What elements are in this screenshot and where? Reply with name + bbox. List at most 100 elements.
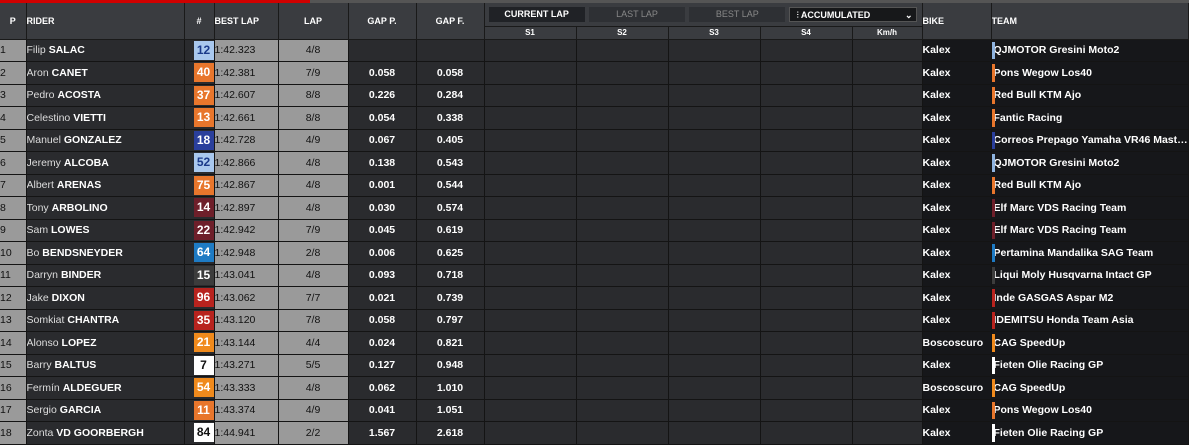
position-cell: 11: [0, 264, 27, 287]
table-row[interactable]: 13 Somkiat CHANTRA 35 1:43.120 7/8 0.058 0.797…: [0, 309, 1189, 332]
sector-3-cell: [668, 241, 761, 265]
team-name: Fieten Olie Racing GP: [993, 359, 1104, 372]
sector-1-cell: [484, 129, 577, 152]
speed-cell: [852, 84, 923, 107]
team-color-stripe: [991, 154, 995, 172]
gap-first-cell: 1.010: [416, 376, 485, 400]
tab-current-lap[interactable]: CURRENT LAP: [488, 6, 585, 22]
col-header-number[interactable]: #: [184, 3, 215, 40]
table-row[interactable]: 1 Filip SALAC 12 1:42.323 4/8 Kalex QJMOTOR Gr…: [0, 39, 1189, 62]
rider-last-name: ARENAS: [56, 179, 102, 192]
sector-2-cell: [576, 331, 669, 355]
team-name: Pertamina Mandalika SAG Team: [993, 246, 1154, 259]
gap-first-cell: 2.618: [416, 421, 485, 445]
best-lap-cell: 1:42.661: [214, 106, 279, 130]
position-cell: 17: [0, 399, 27, 422]
table-row[interactable]: 18 Zonta VD GOORBERGH 84 1:44.941 2/2 1.567 2.…: [0, 421, 1189, 445]
team-cell: QJMOTOR Gresini Moto2: [991, 39, 1189, 62]
team-color-stripe: [991, 41, 995, 59]
col-header-s1: S1: [484, 26, 577, 40]
accumulated-dropdown[interactable]: ⫶ ACCUMULATED ⌄: [789, 6, 918, 22]
table-row[interactable]: 6 Jeremy ALCOBA 52 1:42.866 4/8 0.138 0.543 Kal…: [0, 151, 1189, 175]
team-name: IDEMITSU Honda Team Asia: [993, 314, 1134, 327]
sector-2-cell: [576, 399, 669, 422]
sector-4-cell: [760, 354, 853, 377]
bike-cell: Boscoscuro: [922, 331, 992, 355]
lap-cell: 4/8: [278, 39, 349, 62]
tab-best-lap[interactable]: BEST LAP: [689, 6, 786, 22]
gap-previous-cell: 0.030: [348, 196, 417, 220]
number-cell: 7: [184, 354, 215, 377]
col-header-best-lap[interactable]: BEST LAP: [214, 3, 279, 40]
table-row[interactable]: 5 Manuel GONZALEZ 18 1:42.728 4/9 0.067 0.405 K…: [0, 129, 1189, 152]
speed-cell: [852, 106, 923, 130]
sector-4-cell: [760, 376, 853, 400]
table-row[interactable]: 7 Albert ARENAS 75 1:42.867 4/8 0.001 0.544 Kal…: [0, 174, 1189, 197]
number-cell: 64: [184, 241, 215, 265]
bike-cell: Kalex: [922, 219, 992, 242]
team-cell: Red Bull KTM Ajo: [991, 174, 1189, 197]
team-color-stripe: [991, 176, 995, 194]
rider-number-badge: 84: [193, 423, 213, 443]
position-cell: 8: [0, 196, 27, 220]
table-row[interactable]: 10 Bo BENDSNEYDER 64 1:42.948 2/8 0.006 0.625 K…: [0, 241, 1189, 265]
position-cell: 2: [0, 61, 27, 85]
col-header-bike[interactable]: BIKE: [922, 3, 992, 40]
bike-cell: Kalex: [922, 421, 992, 445]
bike-cell: Kalex: [922, 286, 992, 310]
rider-last-name: ARBOLINO: [51, 201, 108, 214]
table-row[interactable]: 4 Celestino VIETTI 13 1:42.661 8/8 0.054 0.338…: [0, 106, 1189, 130]
gap-first-cell: 0.619: [416, 219, 485, 242]
gap-previous-cell: 0.226: [348, 84, 417, 107]
gap-first-cell: 0.948: [416, 354, 485, 377]
sector-2-cell: [576, 151, 669, 175]
rider-last-name: ALCOBA: [63, 156, 109, 169]
table-row[interactable]: 8 Tony ARBOLINO 14 1:42.897 4/8 0.030 0.574 Kal…: [0, 196, 1189, 220]
table-row[interactable]: 16 Fermín ALDEGUER 54 1:43.333 4/8 0.062 1.010…: [0, 376, 1189, 400]
bike-cell: Kalex: [922, 354, 992, 377]
table-row[interactable]: 3 Pedro ACOSTA 37 1:42.607 8/8 0.226 0.284 Kale…: [0, 84, 1189, 107]
sector-4-cell: [760, 399, 853, 422]
sector-3-cell: [668, 61, 761, 85]
speed-cell: [852, 286, 923, 310]
sector-4-cell: [760, 106, 853, 130]
col-header-gap-f[interactable]: GAP F.: [416, 3, 485, 40]
rider-cell: Jeremy ALCOBA: [26, 151, 185, 175]
table-row[interactable]: 2 Aron CANET 40 1:42.381 7/9 0.058 0.058 Kalex P…: [0, 61, 1189, 85]
number-cell: 84: [184, 421, 215, 445]
sector-1-cell: [484, 106, 577, 130]
number-cell: 35: [184, 309, 215, 332]
number-cell: 22: [184, 219, 215, 242]
team-cell: Pons Wegow Los40: [991, 399, 1189, 422]
col-header-pos[interactable]: P: [0, 3, 27, 40]
best-lap-cell: 1:42.897: [214, 196, 279, 220]
col-header-lap[interactable]: LAP: [278, 3, 349, 40]
tab-last-lap[interactable]: LAST LAP: [588, 6, 686, 22]
bike-cell: Kalex: [922, 84, 992, 107]
col-header-rider[interactable]: RIDER: [26, 3, 185, 40]
best-lap-cell: 1:42.942: [214, 219, 279, 242]
col-header-team[interactable]: TEAM: [991, 3, 1189, 40]
sector-2-cell: [576, 196, 669, 220]
rider-cell: Sergio GARCIA: [26, 399, 185, 422]
table-row[interactable]: 9 Sam LOWES 22 1:42.942 7/9 0.045 0.619 Kalex El…: [0, 219, 1189, 242]
table-row[interactable]: 12 Jake DIXON 96 1:43.062 7/7 0.021 0.739 Kalex…: [0, 286, 1189, 310]
sector-3-cell: [668, 84, 761, 107]
speed-cell: [852, 174, 923, 197]
position-cell: 15: [0, 354, 27, 377]
rider-first-name: Sergio: [26, 404, 57, 417]
table-row[interactable]: 17 Sergio GARCIA 11 1:43.374 4/9 0.041 1.051 Ka…: [0, 399, 1189, 422]
col-header-gap-p[interactable]: GAP P.: [348, 3, 417, 40]
position-cell: 12: [0, 286, 27, 310]
rider-number-badge: 13: [193, 108, 213, 128]
table-row[interactable]: 15 Barry BALTUS 7 1:43.271 5/5 0.127 0.948 Kale…: [0, 354, 1189, 377]
gap-previous-cell: 0.001: [348, 174, 417, 197]
rider-cell: Fermín ALDEGUER: [26, 376, 185, 400]
rider-number-badge: 18: [193, 130, 213, 150]
sector-3-cell: [668, 331, 761, 355]
table-row[interactable]: 14 Alonso LOPEZ 21 1:43.144 4/4 0.024 0.821 Bos…: [0, 331, 1189, 355]
team-cell: Fieten Olie Racing GP: [991, 354, 1189, 377]
lap-cell: 2/8: [278, 241, 349, 265]
bars-icon: ⫶: [796, 9, 799, 20]
table-row[interactable]: 11 Darryn BINDER 15 1:43.041 4/8 0.093 0.718 Ka…: [0, 264, 1189, 287]
